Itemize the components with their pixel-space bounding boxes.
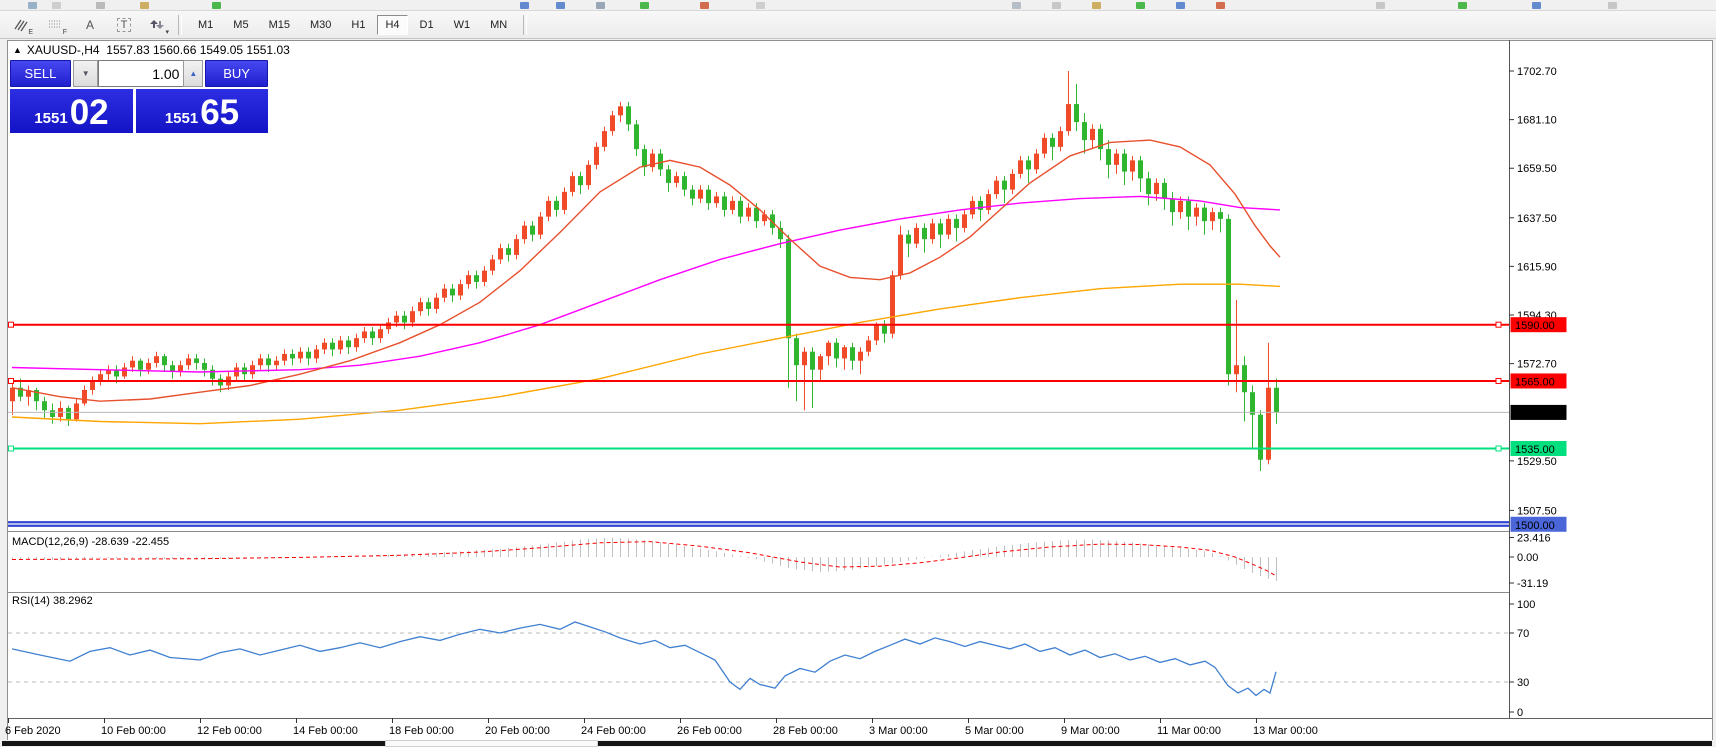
resistance-line-1565-handle[interactable] — [9, 378, 14, 383]
rsi-axis-label: 70 — [1517, 628, 1529, 640]
price-badge-1590-text: 1590.00 — [1515, 320, 1555, 332]
macd-axis-label: -31.19 — [1517, 578, 1548, 590]
bottom-bar-left — [2, 741, 385, 746]
volume-decrease-button[interactable]: ▼ — [73, 60, 99, 87]
rsi-label: RSI(14) 38.2962 — [12, 595, 93, 607]
resistance-line-1590-handle[interactable] — [1496, 322, 1501, 327]
date-label: 9 Mar 00:00 — [1061, 725, 1120, 737]
one-click-trading-panel: SELL ▼ ▲ BUY 1551 02 1551 65 — [10, 60, 268, 133]
sell-button[interactable]: SELL — [10, 60, 71, 87]
buy-price-pips: 65 — [198, 93, 239, 133]
buy-price-main: 1551 — [165, 110, 198, 133]
bottom-scroll-thumb — [385, 740, 598, 747]
date-label: 3 Mar 00:00 — [869, 725, 928, 737]
date-label: 18 Feb 00:00 — [389, 725, 454, 737]
price-tick-label: 1572.70 — [1517, 359, 1557, 371]
macd-label: MACD(12,26,9) -28.639 -22.455 — [12, 536, 169, 548]
date-label: 20 Feb 00:00 — [485, 725, 550, 737]
resistance-line-1565-handle[interactable] — [1496, 378, 1501, 383]
date-label: 13 Mar 00:00 — [1253, 725, 1318, 737]
rsi-axis-label: 30 — [1517, 677, 1529, 689]
resistance-line-1590-handle[interactable] — [9, 322, 14, 327]
date-label: 26 Feb 00:00 — [677, 725, 742, 737]
buy-quote[interactable]: 1551 65 — [136, 89, 268, 133]
price-tick-label: 1659.50 — [1517, 163, 1557, 175]
buy-button[interactable]: BUY — [205, 60, 268, 87]
support-line-1535-handle[interactable] — [9, 446, 14, 451]
chart-background — [8, 40, 1712, 740]
macd-axis-label: 0.00 — [1517, 552, 1538, 564]
price-tick-label: 1507.50 — [1517, 505, 1557, 517]
chart-title: ▲ XAUUSD-,H4 1557.83 1560.66 1549.05 1551… — [13, 43, 290, 57]
price-tick-label: 1529.50 — [1517, 456, 1557, 468]
price-tick-label: 1702.70 — [1517, 66, 1557, 78]
date-label: 5 Mar 00:00 — [965, 725, 1024, 737]
date-label: 28 Feb 00:00 — [773, 725, 838, 737]
price-badge-1500-text: 1500.00 — [1515, 520, 1555, 532]
bottom-border-strip — [0, 740, 1716, 747]
date-label: 14 Feb 00:00 — [293, 725, 358, 737]
price-badge-1565-text: 1565.00 — [1515, 376, 1555, 388]
rsi-axis-label: 100 — [1517, 599, 1535, 611]
macd-axis-label: 23.416 — [1517, 532, 1551, 544]
support-line-1535-handle[interactable] — [1496, 446, 1501, 451]
sell-quote[interactable]: 1551 02 — [10, 89, 133, 133]
date-label: 11 Mar 00:00 — [1157, 725, 1221, 737]
mt4-window: EFAT▾ M1M5M15M30H1H4D1W1MN 1702.701681.1… — [0, 0, 1716, 747]
chart-ohlc-values: 1557.83 1560.66 1549.05 1551.03 — [106, 43, 290, 57]
date-label: 24 Feb 00:00 — [581, 725, 646, 737]
sell-price-main: 1551 — [34, 110, 67, 133]
symbol-arrow-icon[interactable]: ▲ — [13, 45, 22, 55]
date-label: 10 Feb 00:00 — [101, 725, 166, 737]
date-label: 6 Feb 2020 — [5, 725, 61, 737]
price-tick-label: 1615.90 — [1517, 261, 1557, 273]
sell-price-pips: 02 — [68, 93, 109, 133]
chart-symbol-label: XAUUSD-,H4 — [27, 43, 100, 57]
volume-input[interactable] — [98, 60, 183, 87]
date-label: 12 Feb 00:00 — [197, 725, 262, 737]
current-price-badge-text: 1551.03 — [1515, 408, 1555, 420]
volume-increase-button[interactable]: ▲ — [183, 60, 203, 87]
price-tick-label: 1637.50 — [1517, 213, 1557, 225]
rsi-axis-label: 0 — [1517, 707, 1523, 719]
price-badge-1535-text: 1535.00 — [1515, 444, 1555, 456]
bottom-bar-right — [598, 741, 1712, 746]
price-tick-label: 1681.10 — [1517, 115, 1557, 127]
